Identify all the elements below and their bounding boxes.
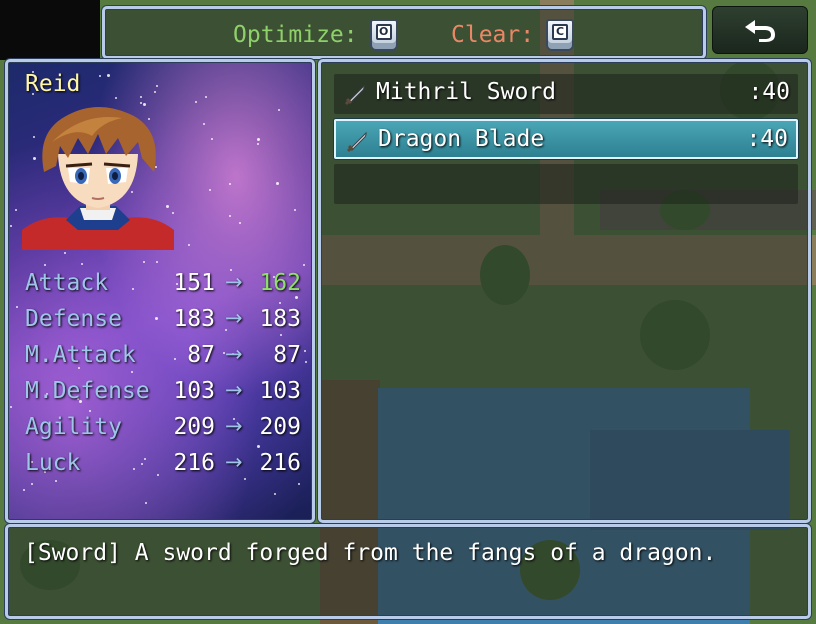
right-arrow-icon: → — [225, 342, 243, 366]
star-decoration — [294, 209, 296, 211]
param-current-value: 151 — [173, 270, 215, 296]
star-decoration — [145, 502, 147, 504]
param-new-value: 162 — [259, 270, 301, 296]
param-name: Luck — [25, 450, 81, 476]
star-decoration — [64, 252, 66, 254]
param-row-m-attack: M.Attack 87 → 87 — [25, 342, 301, 378]
star-decoration — [188, 244, 190, 246]
star-decoration — [211, 138, 213, 140]
right-arrow-icon: → — [225, 414, 243, 438]
param-row-attack: Attack 151 → 162 — [25, 270, 301, 306]
sword-icon — [344, 82, 368, 106]
star-decoration — [154, 91, 156, 93]
star-decoration — [10, 225, 12, 227]
star-decoration — [81, 263, 83, 265]
param-name: Defense — [25, 306, 122, 332]
optimize-command[interactable]: Optimize: O — [233, 17, 398, 53]
star-decoration — [23, 489, 25, 491]
optimize-label: Optimize: — [233, 22, 358, 48]
item-row[interactable]: Mithril Sword :40 — [334, 74, 798, 114]
star-decoration — [156, 85, 158, 87]
star-decoration — [239, 222, 241, 224]
param-row-luck: Luck 216 → 216 — [25, 450, 301, 486]
param-name: M.Defense — [25, 378, 150, 404]
param-new-value: 209 — [259, 414, 301, 440]
param-current-value: 216 — [173, 450, 215, 476]
star-decoration — [156, 261, 158, 263]
star-decoration — [143, 261, 145, 263]
right-arrow-icon: → — [225, 306, 243, 330]
item-name: Dragon Blade — [378, 126, 545, 152]
actor-name: Reid — [25, 71, 81, 97]
right-arrow-icon: → — [225, 450, 243, 474]
star-decoration — [44, 264, 46, 266]
star-decoration — [140, 96, 142, 98]
back-button[interactable] — [712, 6, 808, 54]
star-decoration — [303, 264, 305, 266]
star-decoration — [16, 306, 18, 308]
help-text: [Sword] A sword forged from the fangs of… — [24, 540, 717, 566]
param-name: Attack — [25, 270, 109, 296]
actor-portrait — [22, 107, 174, 250]
command-window: Optimize: O Clear: C — [102, 6, 706, 59]
right-arrow-icon: → — [225, 378, 243, 402]
return-arrow-icon — [745, 20, 775, 42]
param-row-agility: Agility 209 → 209 — [25, 414, 301, 450]
star-decoration — [257, 143, 259, 145]
help-window: [Sword] A sword forged from the fangs of… — [5, 524, 811, 619]
clear-label: Clear: — [451, 22, 535, 48]
star-decoration — [209, 189, 211, 191]
clear-command[interactable]: Clear: C — [451, 17, 575, 53]
star-decoration — [278, 109, 280, 111]
param-current-value: 103 — [173, 378, 215, 404]
param-current-value: 87 — [187, 342, 215, 368]
star-decoration — [205, 96, 207, 98]
param-new-value: 103 — [259, 378, 301, 404]
star-decoration — [115, 97, 117, 99]
param-current-value: 209 — [173, 414, 215, 440]
right-arrow-icon: → — [225, 270, 243, 294]
param-new-value: 183 — [259, 306, 301, 332]
item-row-empty[interactable] — [334, 164, 798, 204]
param-new-value: 216 — [259, 450, 301, 476]
key-o-icon: O — [369, 19, 398, 51]
param-new-value: 87 — [273, 342, 301, 368]
param-name: Agility — [25, 414, 122, 440]
param-name: M.Attack — [25, 342, 136, 368]
star-decoration — [229, 183, 231, 185]
star-decoration — [274, 493, 276, 495]
key-c-icon: C — [546, 19, 575, 51]
status-window: Reid Attack 151 → 162 Defense 183 → 183 M.Attack… — [5, 59, 315, 523]
item-count: :40 — [748, 79, 790, 105]
item-count: :40 — [746, 126, 788, 152]
star-decoration — [305, 361, 307, 363]
star-decoration — [195, 101, 197, 103]
star-decoration — [276, 182, 279, 185]
star-decoration — [304, 350, 306, 352]
star-decoration — [203, 123, 205, 125]
star-decoration — [10, 406, 12, 408]
star-decoration — [257, 138, 260, 141]
star-decoration — [229, 215, 231, 217]
sword-icon — [346, 129, 370, 153]
param-row-m-defense: M.Defense 103 → 103 — [25, 378, 301, 414]
star-decoration — [99, 75, 101, 77]
star-decoration — [15, 209, 17, 211]
item-list-window: Mithril Sword :40 Dragon Blade :40 — [318, 59, 811, 523]
param-row-defense: Defense 183 → 183 — [25, 306, 301, 342]
item-row[interactable]: Dragon Blade :40 — [334, 119, 798, 159]
star-decoration — [107, 74, 110, 77]
param-current-value: 183 — [173, 306, 215, 332]
item-name: Mithril Sword — [376, 79, 557, 105]
